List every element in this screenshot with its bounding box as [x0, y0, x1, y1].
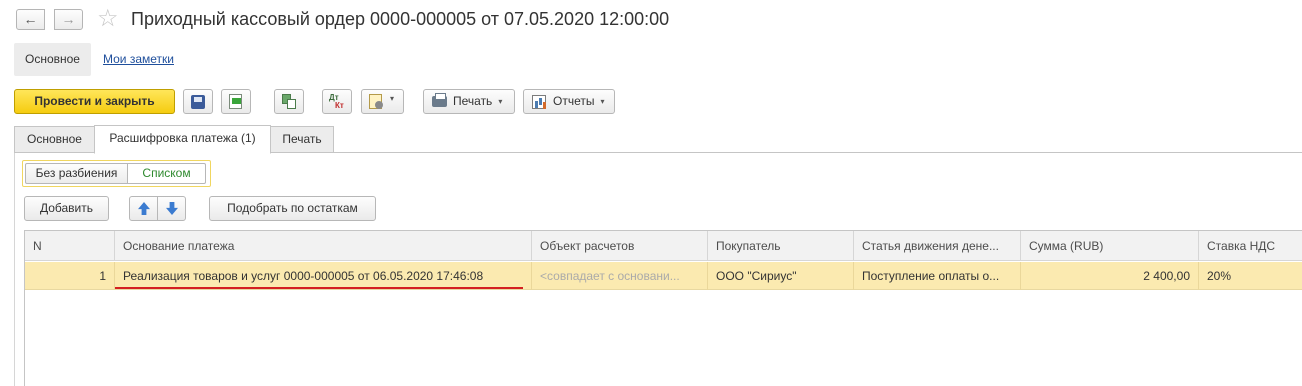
mode-no-split-button[interactable]: Без разбиения	[25, 163, 128, 184]
dt-kt-icon: Дт Кт	[329, 93, 344, 110]
chevron-down-icon: ▾	[498, 97, 503, 106]
column-header-object[interactable]: Объект расчетов	[532, 231, 708, 261]
content-left-border	[14, 153, 15, 386]
print-dropdown-button[interactable]: Печать ▾	[423, 89, 515, 114]
structure-dropdown-button[interactable]: ▾	[361, 89, 404, 114]
table-row[interactable]: 1 Реализация товаров и услуг 0000-000005…	[25, 262, 1302, 290]
move-up-button[interactable]	[129, 196, 158, 221]
document-structure-icon	[369, 94, 383, 109]
create-based-on-button[interactable]	[274, 89, 304, 114]
chevron-down-icon: ▾	[600, 97, 605, 106]
cell-object[interactable]: <совпадает с основани...	[532, 262, 708, 290]
arrow-right-icon: →	[61, 11, 76, 27]
payment-breakdown-table: N Основание платежа Объект расчетов Поку…	[24, 230, 1302, 386]
dt-kt-button[interactable]: Дт Кт	[322, 89, 352, 114]
cell-buyer[interactable]: ООО "Сириус"	[708, 262, 854, 290]
save-button[interactable]	[183, 89, 213, 114]
cell-vat[interactable]: 20%	[1199, 262, 1302, 290]
tab-print[interactable]: Печать	[270, 126, 334, 153]
add-row-button[interactable]: Добавить	[24, 196, 109, 221]
column-header-basis[interactable]: Основание платежа	[115, 231, 532, 261]
post-and-close-button[interactable]: Провести и закрыть	[14, 89, 175, 114]
table-header: N Основание платежа Объект расчетов Поку…	[25, 231, 1302, 261]
print-label: Печать	[453, 94, 493, 108]
printer-icon	[432, 93, 447, 107]
post-document-icon	[229, 94, 242, 109]
copy-documents-icon	[282, 94, 296, 109]
column-header-cashflow-item[interactable]: Статья движения дене...	[854, 231, 1021, 261]
mode-list-button[interactable]: Списком	[127, 163, 206, 184]
back-button[interactable]: ←	[16, 9, 45, 30]
favorite-star-icon[interactable]: ☆	[97, 4, 119, 33]
tab-payment-breakdown[interactable]: Расшифровка платежа (1)	[94, 125, 271, 154]
section-tab-main[interactable]: Основное	[14, 43, 91, 76]
cell-basis[interactable]: Реализация товаров и услуг 0000-000005 о…	[115, 262, 532, 290]
arrow-up-icon	[138, 202, 150, 215]
column-header-buyer[interactable]: Покупатель	[708, 231, 854, 261]
reports-dropdown-button[interactable]: Отчеты ▾	[523, 89, 615, 114]
form-tabs: Основное Расшифровка платежа (1) Печать	[14, 125, 1302, 154]
cell-cashflow-item[interactable]: Поступление оплаты о...	[854, 262, 1021, 290]
highlight-underline	[115, 287, 523, 289]
page-title: Приходный кассовый ордер 0000-000005 от …	[131, 9, 670, 29]
report-icon	[532, 95, 546, 109]
cell-sum[interactable]: 2 400,00	[1021, 262, 1199, 290]
chevron-down-icon: ▾	[390, 94, 395, 103]
pick-by-balance-button[interactable]: Подобрать по остаткам	[209, 196, 376, 221]
command-bar: Провести и закрыть Дт Кт ▾ Печать ▾ Отчеты…	[0, 89, 1302, 115]
tab-main[interactable]: Основное	[14, 126, 95, 153]
window-header: ← → ☆ Приходный кассовый ордер 0000-0000…	[0, 0, 1302, 40]
column-header-n[interactable]: N	[25, 231, 115, 261]
post-button[interactable]	[221, 89, 251, 114]
arrow-left-icon: ←	[23, 11, 38, 27]
breakdown-mode-toggle: Без разбиения Списком	[22, 160, 211, 187]
reports-label: Отчеты	[553, 94, 595, 108]
move-down-button[interactable]	[157, 196, 186, 221]
cell-n[interactable]: 1	[25, 262, 115, 290]
section-tab-notes[interactable]: Мои заметки	[103, 52, 174, 66]
column-header-vat[interactable]: Ставка НДС	[1199, 231, 1302, 261]
save-icon	[191, 95, 205, 109]
arrow-down-icon	[166, 202, 178, 215]
forward-button[interactable]: →	[54, 9, 83, 30]
column-header-sum[interactable]: Сумма (RUB)	[1021, 231, 1199, 261]
